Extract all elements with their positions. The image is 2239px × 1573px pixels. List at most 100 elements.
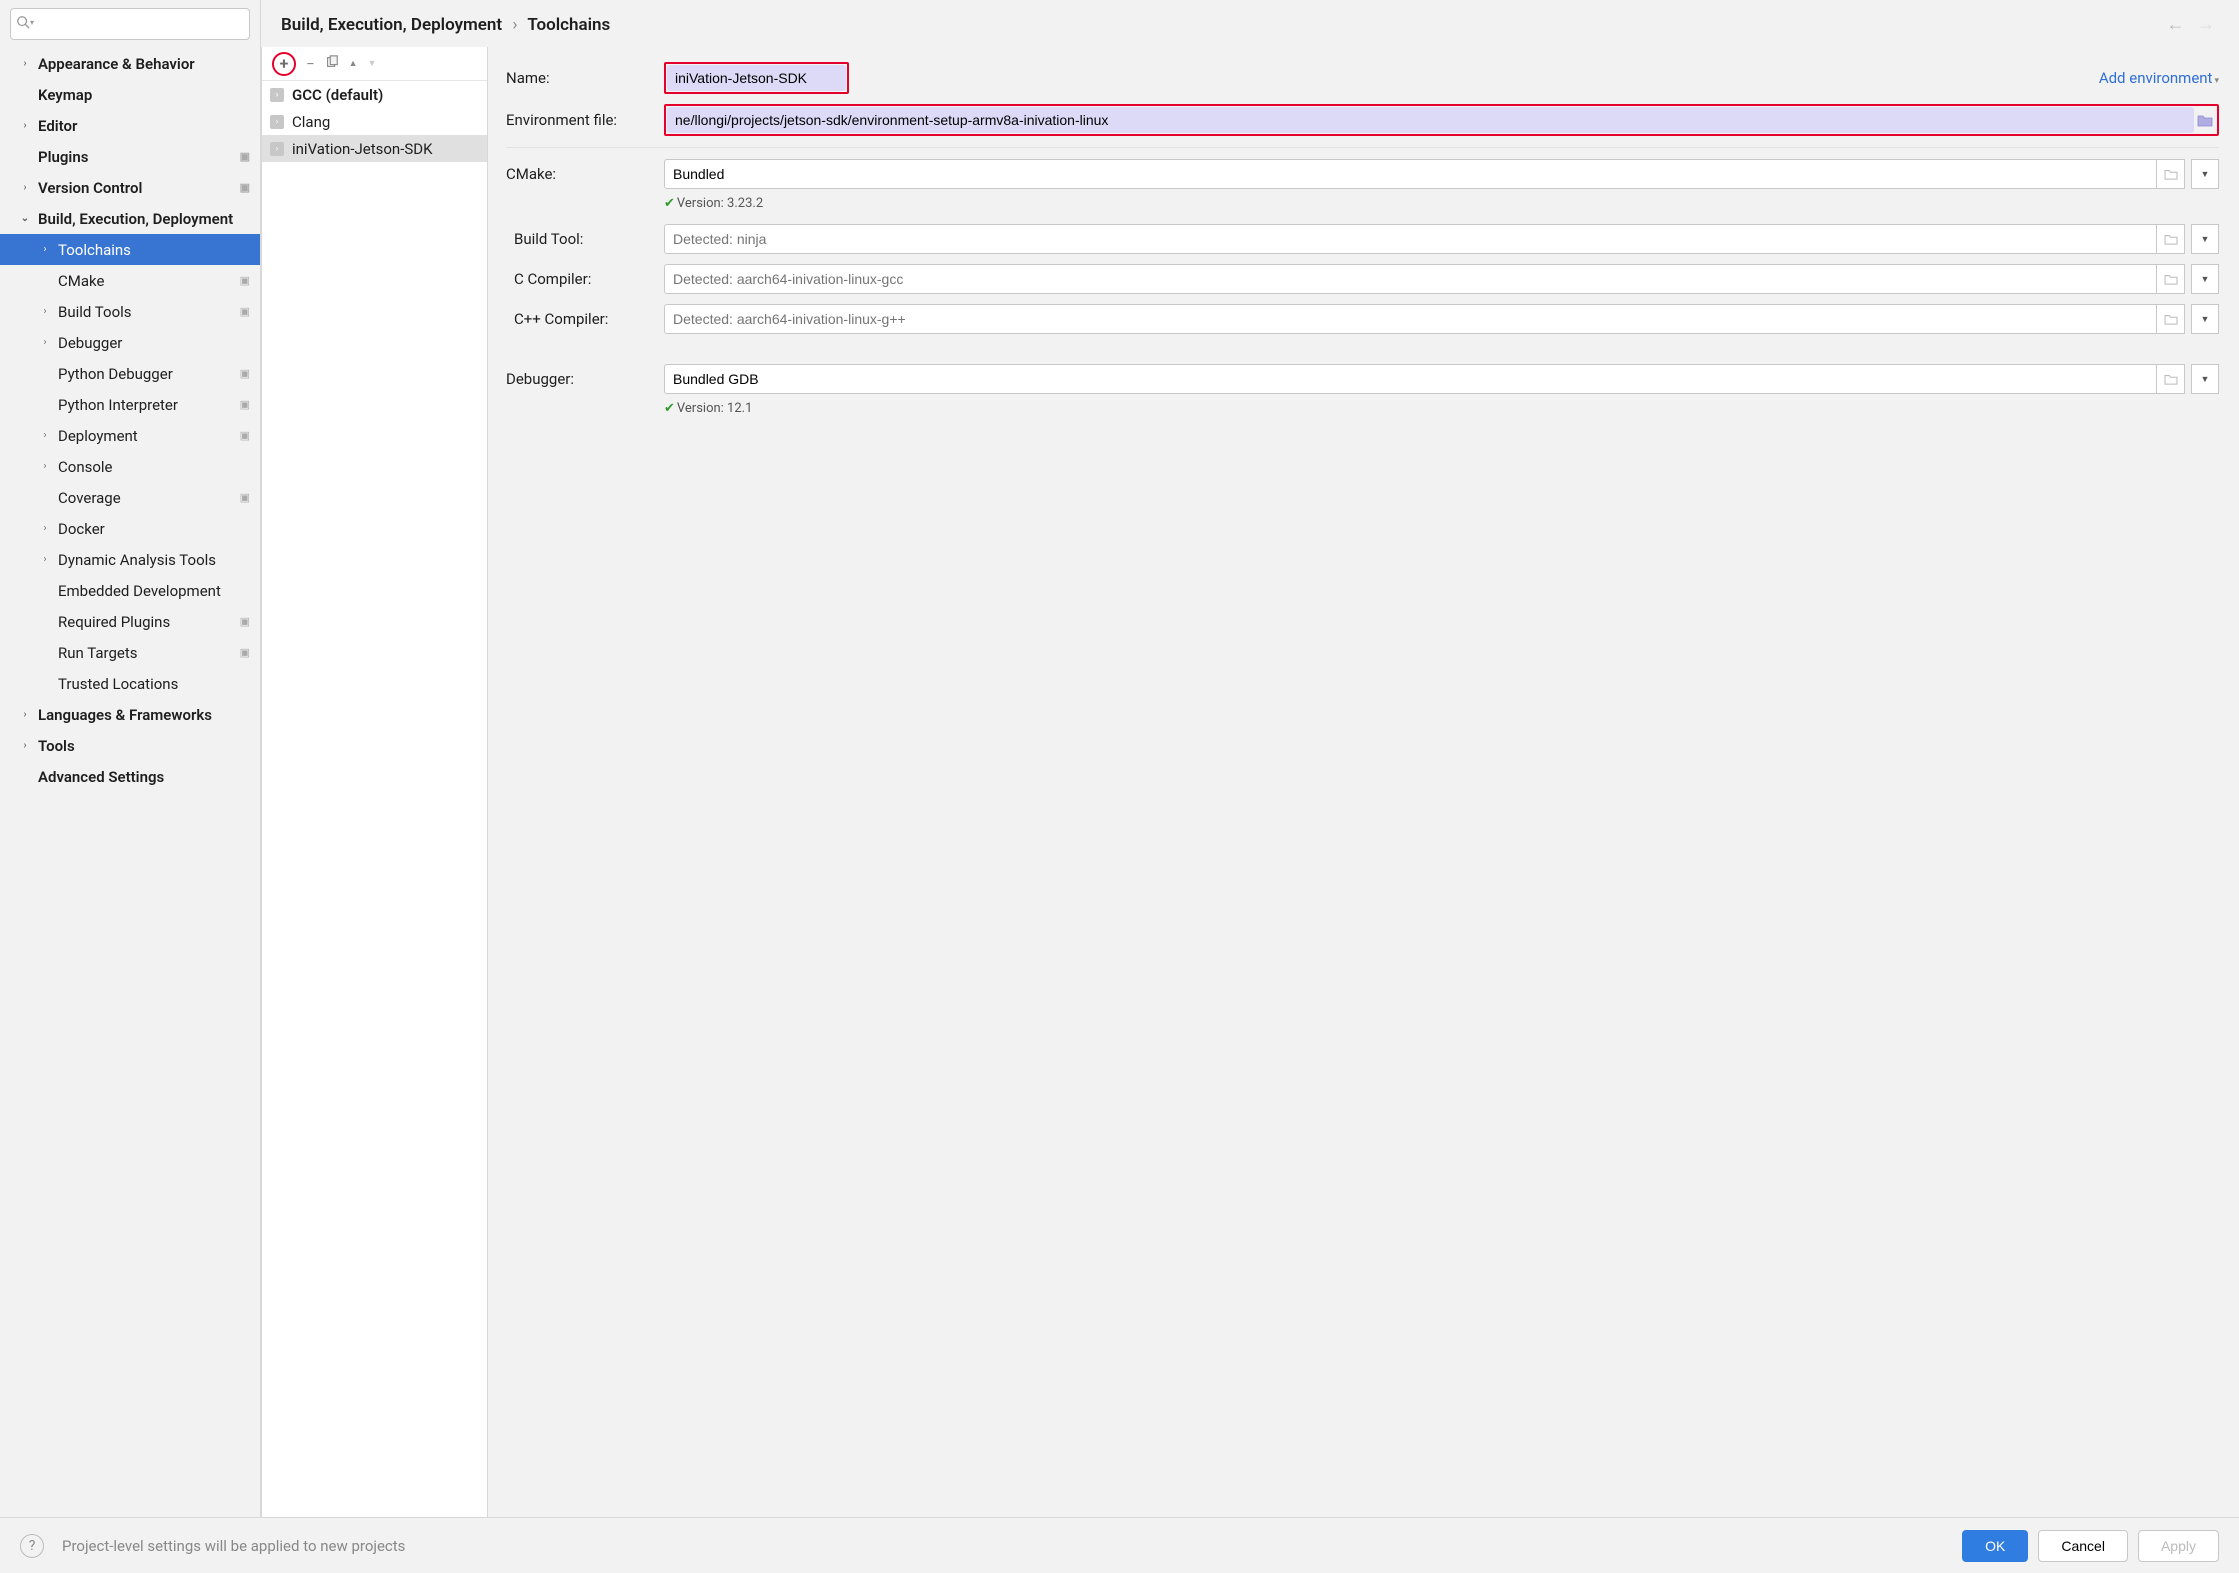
chevron-icon: › — [40, 430, 50, 441]
cxx-compiler-input[interactable] — [664, 304, 2157, 334]
sidebar-item-label: Required Plugins — [58, 613, 252, 631]
nav-back-icon[interactable]: ← — [2163, 14, 2189, 35]
sidebar-item-plugins[interactable]: Plugins▣ — [0, 141, 260, 172]
sidebar-item-label: Tools — [38, 737, 252, 755]
sidebar-item-docker[interactable]: › Docker — [0, 513, 260, 544]
build-tool-browse-button[interactable] — [2157, 224, 2185, 254]
sidebar-item-editor[interactable]: › Editor — [0, 110, 260, 141]
build-tool-label: Build Tool: — [506, 230, 664, 248]
sidebar-item-console[interactable]: ›Console — [0, 451, 260, 482]
sidebar-item-run-targets[interactable]: Run Targets▣ — [0, 637, 260, 668]
sidebar-item-python-interpreter[interactable]: Python Interpreter▣ — [0, 389, 260, 420]
ok-button[interactable]: OK — [1962, 1530, 2028, 1562]
sidebar-item-languages-frameworks[interactable]: ›Languages & Frameworks — [0, 699, 260, 730]
cancel-button[interactable]: Cancel — [2038, 1530, 2128, 1562]
sidebar-item-deployment[interactable]: ›Deployment▣ — [0, 420, 260, 451]
debugger-label: Debugger: — [506, 370, 664, 388]
sidebar-item-version-control[interactable]: › Version Control▣ — [0, 172, 260, 203]
copy-toolchain-button[interactable] — [325, 55, 339, 73]
sidebar-item-debugger[interactable]: ›Debugger — [0, 327, 260, 358]
help-button[interactable]: ? — [20, 1534, 44, 1558]
sidebar-item-label: Plugins — [38, 148, 252, 166]
breadcrumb-group: Build, Execution, Deployment — [281, 15, 502, 35]
toolchain-item-inivation-jetson-sdk[interactable]: ›iniVation-Jetson-SDK — [262, 135, 487, 162]
sidebar-item-advanced-settings[interactable]: Advanced Settings — [0, 761, 260, 792]
sidebar-item-label: Toolchains — [58, 241, 252, 259]
apply-button[interactable]: Apply — [2138, 1530, 2219, 1562]
sidebar-item-label: Trusted Locations — [58, 675, 252, 693]
toolchain-item-label: Clang — [292, 113, 330, 131]
sidebar-item-label: Debugger — [58, 334, 252, 352]
cmake-browse-button[interactable] — [2157, 159, 2185, 189]
sidebar-item-label: Version Control — [38, 179, 252, 197]
sidebar-item-cmake[interactable]: CMake▣ — [0, 265, 260, 296]
chevron-icon: › — [40, 306, 50, 317]
chevron-icon: › — [20, 182, 30, 193]
cmake-dropdown-button[interactable]: ▼ — [2191, 159, 2219, 189]
sidebar-item-python-debugger[interactable]: Python Debugger▣ — [0, 358, 260, 389]
toolchains-list-pane: + − ▲ ▼ ›GCC (default) › Clang ›iniVation-J… — [261, 47, 488, 1517]
nav-forward-icon[interactable]: → — [2193, 14, 2219, 35]
project-scope-icon: ▣ — [240, 367, 250, 380]
toolchain-item-label: iniVation-Jetson-SDK — [292, 140, 433, 158]
sidebar-item-tools[interactable]: › Tools — [0, 730, 260, 761]
sidebar-item-required-plugins[interactable]: Required Plugins▣ — [0, 606, 260, 637]
debugger-input[interactable] — [664, 364, 2157, 394]
project-scope-icon: ▣ — [240, 429, 250, 442]
search-dropdown-icon[interactable]: ▾ — [30, 18, 34, 27]
toolchain-item-gcc-default[interactable]: ›GCC (default) — [262, 81, 487, 108]
remove-toolchain-button[interactable]: − — [306, 55, 315, 73]
sidebar-item-build-tools[interactable]: ›Build Tools▣ — [0, 296, 260, 327]
sidebar-item-dynamic-analysis-tools[interactable]: ›Dynamic Analysis Tools — [0, 544, 260, 575]
project-scope-icon: ▣ — [240, 615, 250, 628]
toolchain-icon: › — [270, 115, 284, 129]
project-scope-icon: ▣ — [240, 646, 250, 659]
chevron-icon: › — [40, 461, 50, 472]
debugger-version-note: ✔Version: 12.1 — [506, 399, 2219, 424]
sidebar-item-label: Python Debugger — [58, 365, 252, 383]
debugger-browse-button[interactable] — [2157, 364, 2185, 394]
sidebar-item-label: Build Tools — [58, 303, 252, 321]
debugger-dropdown-button[interactable]: ▼ — [2191, 364, 2219, 394]
toolchain-form: Name: Add environment▾ Environm — [488, 47, 2239, 1517]
project-scope-icon: ▣ — [240, 491, 250, 504]
move-up-button[interactable]: ▲ — [349, 58, 358, 69]
c-compiler-label: C Compiler: — [506, 270, 664, 288]
toolchains-list: ›GCC (default) › Clang ›iniVation-Jetson-SD… — [262, 81, 487, 1517]
toolchain-item-clang[interactable]: › Clang — [262, 108, 487, 135]
build-tool-dropdown-button[interactable]: ▼ — [2191, 224, 2219, 254]
cxx-compiler-browse-button[interactable] — [2157, 304, 2185, 334]
c-compiler-dropdown-button[interactable]: ▼ — [2191, 264, 2219, 294]
settings-search: ▾ — [10, 8, 250, 40]
sidebar-item-label: Docker — [58, 520, 252, 538]
settings-search-input[interactable] — [10, 8, 250, 40]
move-down-button[interactable]: ▼ — [368, 58, 377, 69]
add-environment-link[interactable]: Add environment▾ — [2099, 69, 2219, 87]
breadcrumb-page: Toolchains — [527, 15, 610, 35]
sidebar-item-build-execution-deployment[interactable]: ⌄Build, Execution, Deployment — [0, 203, 260, 234]
project-scope-icon: ▣ — [240, 274, 250, 287]
add-toolchain-button[interactable]: + — [272, 52, 296, 76]
c-compiler-input[interactable] — [664, 264, 2157, 294]
cxx-compiler-dropdown-button[interactable]: ▼ — [2191, 304, 2219, 334]
chevron-icon: › — [20, 740, 30, 751]
chevron-icon: › — [40, 523, 50, 534]
sidebar-item-appearance-behavior[interactable]: ›Appearance & Behavior — [0, 48, 260, 79]
sidebar-item-trusted-locations[interactable]: Trusted Locations — [0, 668, 260, 699]
sidebar-item-label: Editor — [38, 117, 252, 135]
build-tool-input[interactable] — [664, 224, 2157, 254]
env-file-input[interactable] — [667, 107, 2194, 133]
sidebar-item-coverage[interactable]: Coverage▣ — [0, 482, 260, 513]
project-scope-icon: ▣ — [240, 181, 250, 194]
sidebar-item-embedded-development[interactable]: Embedded Development — [0, 575, 260, 606]
sidebar-item-keymap[interactable]: Keymap — [0, 79, 260, 110]
sidebar-item-label: Build, Execution, Deployment — [38, 210, 252, 228]
chevron-icon: › — [20, 120, 30, 131]
sidebar-item-toolchains[interactable]: ›Toolchains — [0, 234, 260, 265]
cmake-input[interactable] — [664, 159, 2157, 189]
folder-icon[interactable] — [2194, 109, 2216, 131]
c-compiler-browse-button[interactable] — [2157, 264, 2185, 294]
project-scope-icon: ▣ — [240, 398, 250, 411]
name-input[interactable] — [667, 65, 846, 91]
sidebar-item-label: Embedded Development — [58, 582, 252, 600]
